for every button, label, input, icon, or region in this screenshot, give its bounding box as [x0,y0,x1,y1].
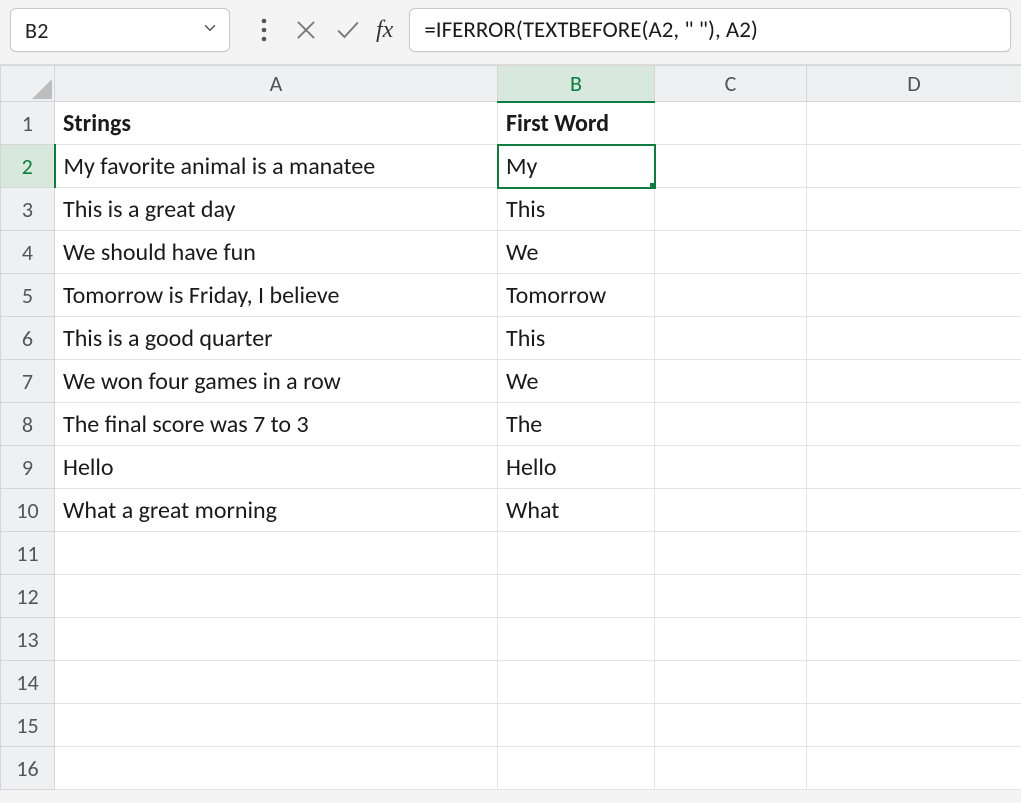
column-header-B[interactable]: B [498,66,655,102]
row-header-2[interactable]: 2 [1,145,55,188]
fill-handle[interactable] [649,182,655,188]
row-header-3[interactable]: 3 [1,188,55,231]
cell-A12[interactable] [55,575,498,618]
cell-B11[interactable] [498,532,655,575]
cell-C11[interactable] [655,532,807,575]
row-header-12[interactable]: 12 [1,575,55,618]
cell-B15[interactable] [498,704,655,747]
row-header-10[interactable]: 10 [1,489,55,532]
cell-C13[interactable] [655,618,807,661]
cell-A15[interactable] [55,704,498,747]
cell-A5[interactable]: Tomorrow is Friday, I believe [55,274,498,317]
cell-A7[interactable]: We won four games in a row [55,360,498,403]
cell-A14[interactable] [55,661,498,704]
cell-A3[interactable]: This is a great day [55,188,498,231]
row-header-9[interactable]: 9 [1,446,55,489]
cell-B16[interactable] [498,747,655,790]
cell-C5[interactable] [655,274,807,317]
name-box-value: B2 [25,17,201,44]
cell-B10[interactable]: What [498,489,655,532]
cell-D10[interactable] [807,489,1021,532]
row-header-8[interactable]: 8 [1,403,55,446]
cell-B13[interactable] [498,618,655,661]
cell-A13[interactable] [55,618,498,661]
formula-bar-buttons: fx [244,8,395,52]
cell-B9[interactable]: Hello [498,446,655,489]
cell-A2[interactable]: My favorite animal is a manatee [55,145,498,188]
spreadsheet-grid[interactable]: ABCD 1StringsFirst Word 2My favorite anim… [0,64,1021,790]
cell-A1[interactable]: Strings [55,102,498,145]
column-header-D[interactable]: D [807,66,1021,102]
cell-D9[interactable] [807,446,1021,489]
cell-D8[interactable] [807,403,1021,446]
cell-C8[interactable] [655,403,807,446]
row-header-15[interactable]: 15 [1,704,55,747]
cell-D4[interactable] [807,231,1021,274]
cell-B4[interactable]: We [498,231,655,274]
column-header-C[interactable]: C [655,66,807,102]
cell-B2[interactable]: My [498,145,655,188]
formula-bar: B2 fx =IFERROR(TEXTBEFORE(A2, " "), A2) [0,0,1021,64]
cell-C2[interactable] [655,145,807,188]
cell-A11[interactable] [55,532,498,575]
cell-A6[interactable]: This is a good quarter [55,317,498,360]
cell-B1[interactable]: First Word [498,102,655,145]
cell-B3[interactable]: This [498,188,655,231]
row-header-14[interactable]: 14 [1,661,55,704]
cell-C4[interactable] [655,231,807,274]
cell-C6[interactable] [655,317,807,360]
cell-C10[interactable] [655,489,807,532]
cell-D2[interactable] [807,145,1021,188]
cell-D11[interactable] [807,532,1021,575]
cancel-icon[interactable] [290,8,322,52]
chevron-down-icon[interactable] [201,19,219,42]
formula-input[interactable]: =IFERROR(TEXTBEFORE(A2, " "), A2) [409,8,1011,52]
row-header-6[interactable]: 6 [1,317,55,360]
row-header-16[interactable]: 16 [1,747,55,790]
more-options-icon[interactable] [248,8,280,52]
cell-D14[interactable] [807,661,1021,704]
row-header-4[interactable]: 4 [1,231,55,274]
cell-A9[interactable]: Hello [55,446,498,489]
cell-D7[interactable] [807,360,1021,403]
cell-C1[interactable] [655,102,807,145]
cell-D5[interactable] [807,274,1021,317]
cell-C14[interactable] [655,661,807,704]
cell-D6[interactable] [807,317,1021,360]
cell-A4[interactable]: We should have fun [55,231,498,274]
cell-A8[interactable]: The final score was 7 to 3 [55,403,498,446]
select-all-cell[interactable] [1,66,55,102]
cell-C7[interactable] [655,360,807,403]
fx-icon[interactable]: fx [374,8,395,52]
cell-B6[interactable]: This [498,317,655,360]
cell-B5[interactable]: Tomorrow [498,274,655,317]
cell-C15[interactable] [655,704,807,747]
row-header-13[interactable]: 13 [1,618,55,661]
cell-A16[interactable] [55,747,498,790]
cell-B12[interactable] [498,575,655,618]
cell-C3[interactable] [655,188,807,231]
cell-C16[interactable] [655,747,807,790]
name-box[interactable]: B2 [10,8,230,52]
cell-B14[interactable] [498,661,655,704]
row-header-7[interactable]: 7 [1,360,55,403]
cell-B8[interactable]: The [498,403,655,446]
cell-C12[interactable] [655,575,807,618]
row-header-1[interactable]: 1 [1,102,55,145]
cell-D13[interactable] [807,618,1021,661]
cell-D1[interactable] [807,102,1021,145]
cell-D12[interactable] [807,575,1021,618]
row-header-11[interactable]: 11 [1,532,55,575]
enter-icon[interactable] [332,8,364,52]
cell-D16[interactable] [807,747,1021,790]
cell-D15[interactable] [807,704,1021,747]
column-header-A[interactable]: A [55,66,498,102]
cell-C9[interactable] [655,446,807,489]
cell-B7[interactable]: We [498,360,655,403]
cell-D3[interactable] [807,188,1021,231]
formula-text: =IFERROR(TEXTBEFORE(A2, " "), A2) [424,16,758,44]
cell-A10[interactable]: What a great morning [55,489,498,532]
row-header-5[interactable]: 5 [1,274,55,317]
